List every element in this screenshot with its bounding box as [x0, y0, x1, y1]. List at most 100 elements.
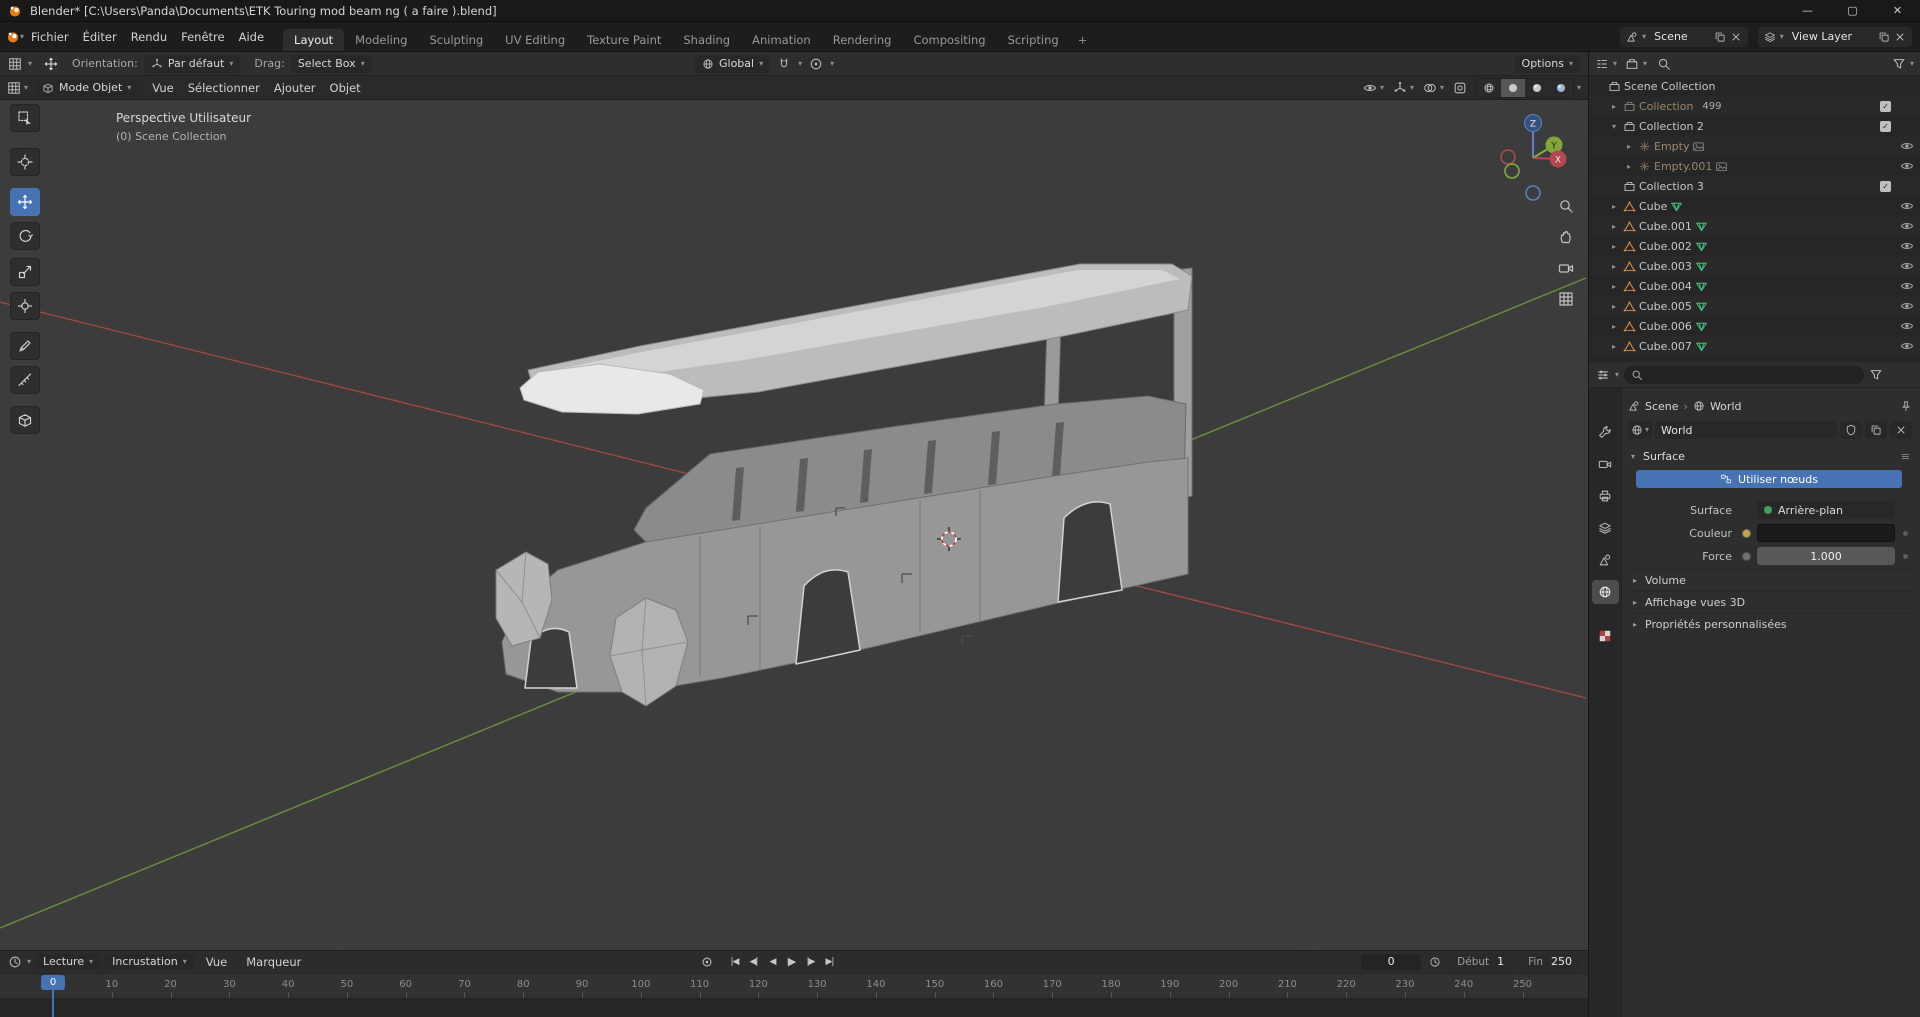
- disclosure-closed-icon[interactable]: ▸: [1623, 162, 1635, 171]
- outliner-row-empty-001[interactable]: ▸Empty.001: [1589, 156, 1920, 176]
- viewport-menu-ajouter[interactable]: Ajouter: [267, 81, 323, 95]
- tool-rotate-button[interactable]: [10, 222, 40, 250]
- outliner-row-collection-2[interactable]: ▾Collection 2✓: [1589, 116, 1920, 136]
- fake-user-button[interactable]: [1840, 421, 1862, 439]
- surface-shader-dropdown[interactable]: Arrière-plan: [1757, 501, 1895, 519]
- outliner-row-scene-collection[interactable]: Scene Collection: [1589, 76, 1920, 96]
- properties-tab-tool[interactable]: [1592, 420, 1619, 444]
- add-workspace-button[interactable]: +: [1070, 29, 1096, 51]
- proportional-editing-toggle[interactable]: [809, 57, 823, 71]
- disclosure-closed-icon[interactable]: ▸: [1623, 142, 1635, 151]
- viewport-menu-vue[interactable]: Vue: [145, 81, 180, 95]
- shading-material-button[interactable]: [1525, 79, 1549, 97]
- tool-fallback-icon[interactable]: [8, 57, 22, 71]
- overlays-dropdown-icon[interactable]: [1423, 81, 1437, 95]
- pan-tool-icon[interactable]: [1558, 229, 1574, 245]
- properties-search-field[interactable]: [1624, 366, 1864, 384]
- animate-decorator-icon[interactable]: [1903, 554, 1908, 559]
- tab-uv-editing[interactable]: UV Editing: [494, 29, 576, 51]
- scene-selector[interactable]: ▾ Scene: [1620, 27, 1748, 47]
- disclosure-closed-icon[interactable]: ▸: [1608, 282, 1620, 291]
- outliner-row-cube-001[interactable]: ▸Cube.001: [1589, 216, 1920, 236]
- frame-start-field[interactable]: Début 1: [1449, 954, 1512, 970]
- hide-eye-icon[interactable]: [1900, 319, 1914, 333]
- disclosure-closed-icon[interactable]: ▸: [1608, 302, 1620, 311]
- disclosure-closed-icon[interactable]: ▸: [1608, 202, 1620, 211]
- properties-filter-icon[interactable]: [1869, 368, 1883, 382]
- camera-view-icon[interactable]: [1558, 260, 1574, 276]
- hide-eye-icon[interactable]: [1900, 259, 1914, 273]
- snap-toggle[interactable]: [777, 57, 791, 71]
- properties-tab-world[interactable]: [1592, 580, 1619, 604]
- editor-type-outliner-button[interactable]: [1595, 57, 1609, 71]
- panel-menu-icon[interactable]: ≡: [1901, 450, 1910, 463]
- browse-world-button[interactable]: ▾: [1628, 421, 1652, 439]
- tool-measure-button[interactable]: [10, 366, 40, 394]
- section-affichage-vues-3d[interactable]: ▸Affichage vues 3D: [1628, 591, 1912, 613]
- 3d-viewport[interactable]: Perspective Utilisateur (0) Scene Collec…: [0, 100, 1588, 950]
- surface-panel-header[interactable]: ▾ Surface ≡: [1628, 446, 1912, 466]
- outliner-row-collection-3[interactable]: Collection 3✓: [1589, 176, 1920, 196]
- shading-wireframe-button[interactable]: [1477, 79, 1501, 97]
- hide-eye-icon[interactable]: [1900, 339, 1914, 353]
- disclosure-closed-icon[interactable]: ▸: [1608, 242, 1620, 251]
- toggle-ortho-icon[interactable]: [1558, 291, 1574, 307]
- search-icon[interactable]: [1657, 57, 1671, 71]
- close-button[interactable]: ✕: [1875, 0, 1920, 21]
- tool-move-button[interactable]: [10, 188, 40, 216]
- timeline-menu-incrustation[interactable]: Incrustation▾: [105, 954, 194, 970]
- outliner-row-cube-007[interactable]: ▸Cube.007: [1589, 336, 1920, 356]
- new-view-layer-icon[interactable]: [1878, 31, 1890, 43]
- tab-scripting[interactable]: Scripting: [997, 29, 1070, 51]
- tab-compositing[interactable]: Compositing: [902, 29, 996, 51]
- outliner-row-collection[interactable]: ▸Collection499✓: [1589, 96, 1920, 116]
- orientation-dropdown[interactable]: Par défaut ▾: [144, 55, 241, 73]
- properties-tab-render[interactable]: [1592, 452, 1619, 476]
- menu-fenetre[interactable]: Fenêtre: [174, 30, 231, 44]
- disclosure-open-icon[interactable]: ▾: [1608, 122, 1620, 131]
- playhead[interactable]: 0: [41, 975, 65, 990]
- menu-editer[interactable]: Éditer: [76, 30, 124, 44]
- tab-shading[interactable]: Shading: [672, 29, 741, 51]
- timeline-track-area[interactable]: [0, 998, 1588, 1017]
- unlink-world-button[interactable]: [1890, 421, 1912, 439]
- view-layer-selector[interactable]: ▾ View Layer: [1758, 27, 1912, 47]
- current-frame-field[interactable]: 0: [1361, 954, 1421, 970]
- hide-eye-icon[interactable]: [1900, 279, 1914, 293]
- new-world-button[interactable]: [1865, 421, 1887, 439]
- viewport-menu-selectionner[interactable]: Sélectionner: [181, 81, 267, 95]
- unlink-scene-icon[interactable]: [1730, 31, 1742, 43]
- options-dropdown[interactable]: Options ▾: [1515, 55, 1580, 73]
- tab-layout[interactable]: Layout: [283, 29, 344, 51]
- breadcrumb-scene[interactable]: Scene: [1645, 400, 1679, 413]
- tool-scale-button[interactable]: [10, 258, 40, 286]
- timeline-jump-to-start-button[interactable]: |◀: [726, 957, 743, 967]
- disclosure-closed-icon[interactable]: ▸: [1608, 222, 1620, 231]
- timeline-menu-lecture[interactable]: Lecture▾: [36, 954, 100, 970]
- outliner-row-cube-002[interactable]: ▸Cube.002: [1589, 236, 1920, 256]
- world-icon[interactable]: [1693, 400, 1705, 412]
- hide-eye-icon[interactable]: [1900, 199, 1914, 213]
- hide-eye-icon[interactable]: [1900, 159, 1914, 173]
- transform-orientation-dropdown[interactable]: Global ▾: [695, 55, 770, 73]
- editor-type-3d-viewport-button[interactable]: [7, 81, 21, 95]
- shading-rendered-button[interactable]: [1549, 79, 1573, 97]
- menu-aide[interactable]: Aide: [232, 30, 271, 44]
- xray-toggle-icon[interactable]: [1453, 81, 1467, 95]
- world-name-field[interactable]: World: [1655, 421, 1837, 439]
- viewport-canvas[interactable]: [0, 100, 1588, 950]
- properties-tab-texture[interactable]: [1592, 624, 1619, 648]
- properties-tab-scene[interactable]: [1592, 548, 1619, 572]
- timeline-jump-to-next-keyframe-button[interactable]: |▶: [802, 957, 819, 967]
- timeline-play-reverse-button[interactable]: ◀: [764, 957, 781, 967]
- gizmo-neg-y-ball[interactable]: [1505, 164, 1519, 178]
- shading-solid-button[interactable]: [1501, 79, 1525, 97]
- menu-fichier[interactable]: Fichier: [24, 30, 76, 44]
- properties-tab-view-layer[interactable]: [1592, 516, 1619, 540]
- blender-menu-icon[interactable]: [6, 30, 20, 44]
- editor-type-timeline-button[interactable]: [8, 955, 22, 969]
- use-nodes-button[interactable]: Utiliser nœuds: [1636, 470, 1902, 488]
- hide-eye-icon[interactable]: [1900, 219, 1914, 233]
- scene-icon[interactable]: [1628, 400, 1640, 412]
- outliner-row-cube[interactable]: ▸Cube: [1589, 196, 1920, 216]
